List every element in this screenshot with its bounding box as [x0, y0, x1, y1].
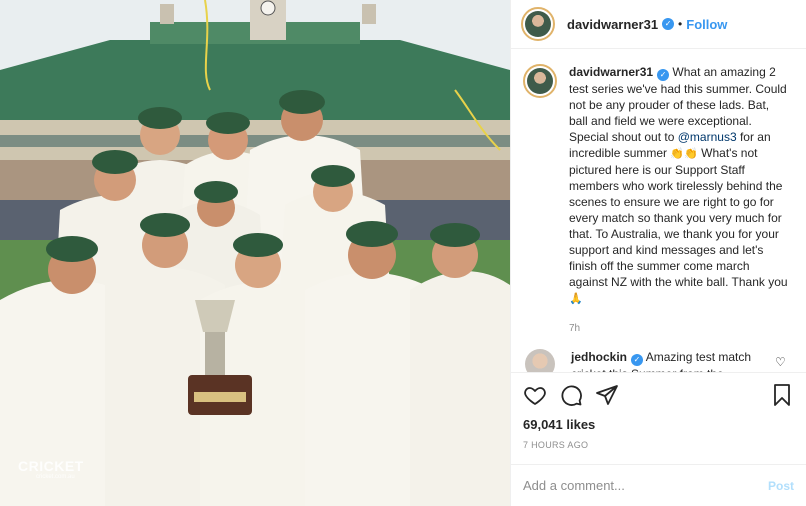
comment-body: jedhockin✓ Amazing test match cricket th… [571, 349, 767, 372]
add-comment-bar: Post [511, 464, 806, 506]
cricket-watermark: CRICKET cricket.com.au [18, 458, 84, 480]
bookmark-icon[interactable] [770, 383, 794, 407]
clapping-hands-emoji: 👏👏 [670, 148, 698, 160]
caption: davidwarner31 ✓ What an amazing 2 test se… [523, 64, 794, 337]
commenter-avatar[interactable] [525, 349, 555, 372]
post-comment-button[interactable]: Post [768, 479, 794, 493]
post-panel: davidwarner31 ✓ • Follow davidwarner31 ✓ … [510, 0, 806, 506]
team-photo-illustration [0, 0, 510, 506]
like-heart-icon[interactable] [523, 383, 547, 407]
verified-badge-icon: ✓ [662, 18, 675, 30]
comment-like-heart-icon[interactable]: ♡ [775, 355, 786, 369]
post-actions: 69,041 likes 7 HOURS AGO [511, 372, 806, 464]
caption-time[interactable]: 7h [569, 321, 791, 337]
caption-username[interactable]: davidwarner31 [569, 65, 653, 79]
post-header: davidwarner31 ✓ • Follow [511, 0, 806, 49]
verified-badge-icon: ✓ [631, 354, 644, 366]
comment-item: jedhockin✓ Amazing test match cricket th… [523, 349, 794, 372]
comments-section[interactable]: davidwarner31 ✓ What an amazing 2 test se… [511, 49, 806, 372]
likes-count[interactable]: 69,041 likes [523, 417, 794, 432]
author-username[interactable]: davidwarner31 [567, 17, 658, 32]
instagram-post: CRICKET cricket.com.au davidwarner31 ✓ •… [0, 0, 806, 506]
add-comment-input[interactable] [523, 478, 768, 493]
commenter-username[interactable]: jedhockin [571, 350, 627, 364]
caption-avatar[interactable] [523, 64, 557, 98]
comment-bubble-icon[interactable] [559, 383, 583, 407]
separator-dot: • [678, 17, 683, 31]
action-icons [523, 381, 794, 409]
caption-text-3: What's not pictured here is our Support … [569, 146, 788, 289]
share-paper-plane-icon[interactable] [595, 383, 619, 407]
post-timestamp[interactable]: 7 HOURS AGO [523, 440, 794, 450]
praying-hands-emoji: 🙏 [569, 293, 583, 305]
caption-body: davidwarner31 ✓ What an amazing 2 test se… [569, 64, 791, 337]
author-avatar[interactable] [521, 7, 555, 41]
verified-badge-icon: ✓ [657, 69, 670, 81]
post-photo[interactable]: CRICKET cricket.com.au [0, 0, 510, 506]
mention-link[interactable]: @marnus3 [678, 130, 737, 144]
follow-button[interactable]: Follow [686, 17, 727, 32]
